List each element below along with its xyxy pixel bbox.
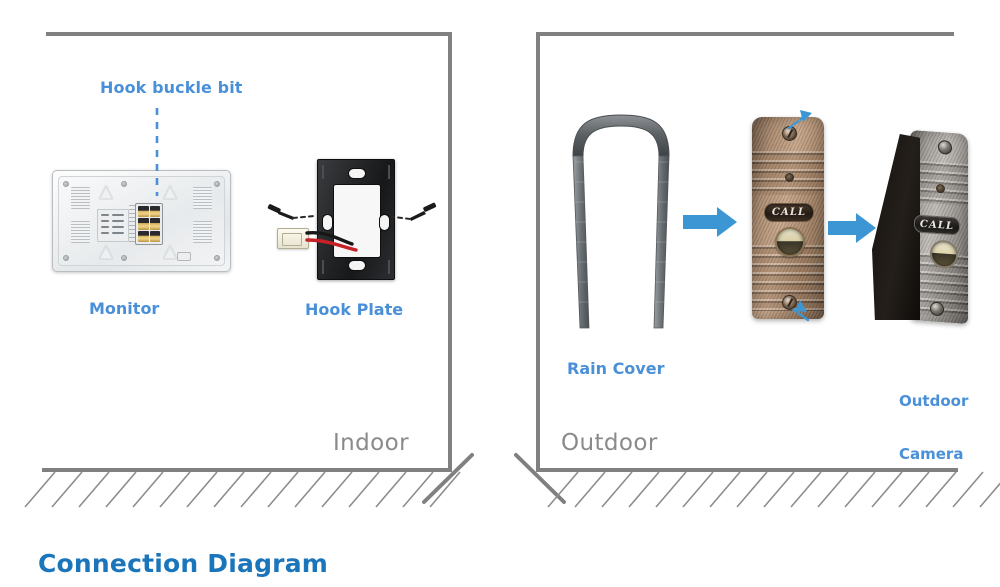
mounting-screw-left — [267, 204, 294, 220]
outdoor-camera-front: CALL — [752, 117, 824, 319]
camera2-screw-top — [938, 139, 952, 155]
label-hook-buckle-bit: Hook buckle bit — [100, 78, 243, 97]
hook-plate-slot-top — [348, 168, 366, 179]
rain-cover-texture — [575, 161, 668, 303]
rain-cover-arch — [572, 114, 670, 157]
label-outdoor-camera-line1: Outdoor — [899, 392, 969, 411]
hook-plate-slot-right — [379, 214, 390, 231]
camera2-screw-bottom — [930, 301, 944, 317]
indoor-corner-diagonal — [422, 453, 474, 504]
monitor-screw-tl — [63, 181, 69, 187]
outdoor-corner-diagonal — [514, 453, 566, 504]
call-button-label: CALL — [771, 207, 807, 218]
screw-guide-dashed-right — [393, 216, 411, 220]
ground-hatching-left — [24, 471, 461, 508]
monitor-vent-br — [193, 221, 212, 243]
label-monitor: Monitor — [89, 299, 160, 318]
call-button-assembled[interactable]: CALL — [914, 214, 960, 236]
hook-plate-rib-tl — [322, 165, 324, 179]
label-outdoor-camera: Outdoor Camera — [899, 358, 968, 500]
monitor-hook-bracket-bl — [99, 245, 113, 259]
hook-plate-rib-bl — [322, 260, 324, 274]
screw-guide-dashed-left — [292, 215, 315, 219]
monitor-spec-label — [97, 209, 129, 242]
call-button-front[interactable]: CALL — [764, 203, 814, 222]
monitor-screw-tc — [121, 181, 127, 187]
monitor-bottom-tab — [177, 252, 191, 261]
monitor-screw-bl — [63, 255, 69, 261]
camera-screw-bottom — [782, 295, 797, 310]
monitor-hook-bracket-tr — [163, 185, 177, 199]
arrow-right-1 — [683, 207, 737, 237]
camera-lens-front — [775, 227, 805, 257]
hook-plate-rib-tr — [388, 165, 390, 179]
monitor-vent-tl — [71, 187, 90, 209]
monitor-screw-tr — [214, 181, 220, 187]
zone-label-outdoor: Outdoor — [561, 430, 658, 456]
monitor-terminal-block — [135, 203, 163, 245]
label-rain-cover: Rain Cover — [567, 359, 665, 378]
zone-label-indoor: Indoor — [333, 430, 409, 456]
camera-screw-top — [782, 126, 797, 141]
monitor-back-panel — [58, 176, 225, 266]
hook-plate-slot-bottom — [348, 260, 366, 271]
camera2-microphone-pin — [936, 183, 945, 194]
wire-connector — [277, 228, 309, 249]
monitor-hook-bracket-br — [163, 245, 177, 259]
rain-cover-installed — [872, 134, 920, 320]
monitor-vent-tr — [193, 187, 212, 209]
outdoor-camera-assembled: CALL — [868, 126, 976, 326]
connection-diagram: CALL CALL Hook buckle bit Monitor Hook P… — [0, 0, 1000, 587]
mounting-screw-right — [410, 202, 437, 221]
label-outdoor-camera-line2: Camera — [899, 445, 964, 464]
call-button-label-2: CALL — [919, 218, 955, 232]
monitor-hook-bracket-tl — [99, 185, 113, 199]
hook-plate-slot-left — [322, 214, 333, 231]
hook-plate-bracket — [317, 159, 395, 280]
monitor-screw-br — [214, 255, 220, 261]
camera-microphone-pin — [785, 173, 794, 182]
page-title: Connection Diagram — [38, 549, 329, 578]
label-hook-plate: Hook Plate — [305, 300, 404, 319]
hook-plate-window — [333, 184, 381, 258]
monitor-vent-bl — [71, 221, 90, 243]
monitor-screw-bc — [121, 255, 127, 261]
hook-plate-rib-br — [388, 260, 390, 274]
rain-cover-part — [572, 114, 670, 329]
monitor-device — [52, 170, 231, 272]
